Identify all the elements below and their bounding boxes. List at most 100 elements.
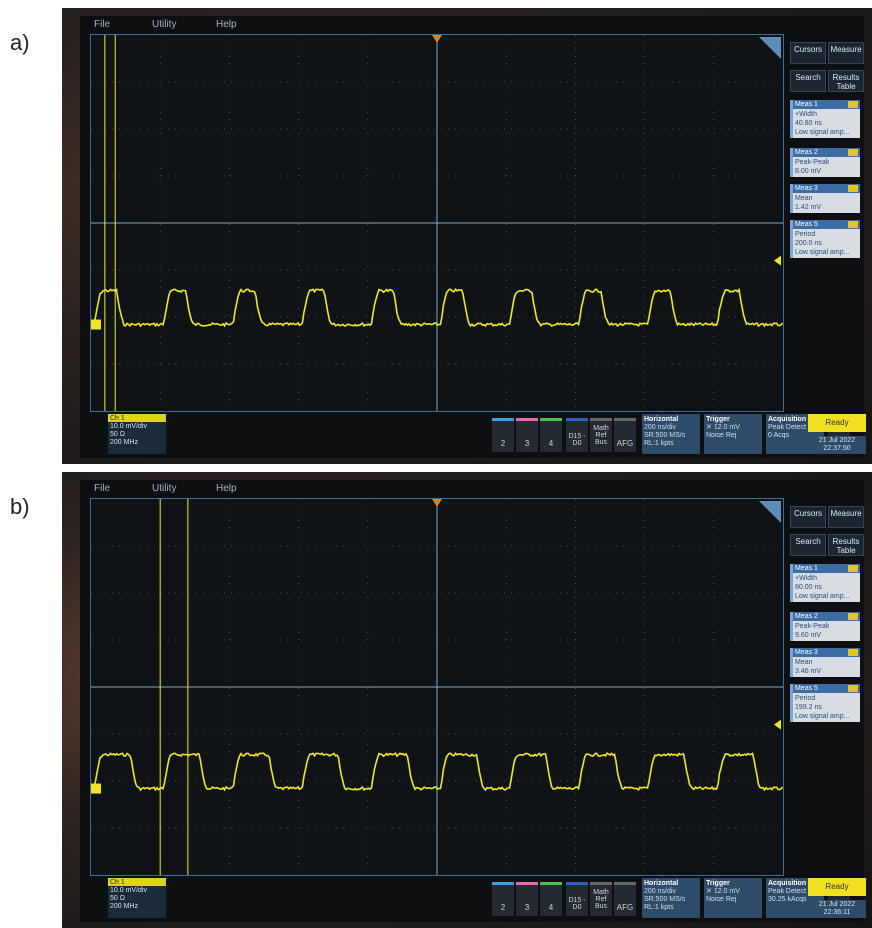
channel-4-button[interactable]: 4	[540, 882, 562, 916]
measure-button[interactable]: Measure	[828, 506, 864, 528]
channel-impedance: 50 Ω	[110, 895, 125, 902]
channel-1-offset-marker	[91, 783, 101, 794]
menu-utility[interactable]: Utility	[152, 19, 176, 30]
date: 21 Jul 2022	[818, 437, 856, 444]
measurement-title-text: Meas 5	[795, 221, 818, 228]
channel-bandwidth: 200 MHz	[110, 439, 139, 446]
measurement-1[interactable]: Meas 1 +Width 80.00 ns Low signal amp...	[790, 564, 860, 602]
results-table-button[interactable]: Results Table	[828, 70, 864, 92]
channel-2-button[interactable]: 2	[492, 418, 514, 452]
measurement-3[interactable]: Meas 3 Mean 1.42 mV	[790, 184, 860, 213]
menu-help[interactable]: Help	[216, 19, 237, 30]
trigger-mode: Noise Rej	[706, 432, 737, 439]
measurement-title: Meas 3	[793, 648, 860, 657]
measurement-name: Peak-Peak	[795, 159, 830, 166]
results-table-button[interactable]: Results Table	[828, 534, 864, 556]
cursors-button[interactable]: Cursors	[790, 506, 826, 528]
panel-label-a: a)	[10, 30, 30, 55]
measurement-badge	[848, 613, 858, 620]
horizontal-panel[interactable]: Horizontal 200 ns/div SR:500 MS/s RL:1 k…	[642, 414, 700, 454]
measurement-title: Meas 5	[793, 684, 860, 693]
measurement-badge	[848, 221, 858, 228]
channel-4-button[interactable]: 4	[540, 418, 562, 452]
trigger-position-marker	[432, 499, 442, 507]
menu-file[interactable]: File	[94, 19, 110, 30]
trigger-level: ✕ 12.0 mV	[706, 424, 760, 432]
trigger-level-text: 12.0 mV	[713, 424, 740, 431]
measurement-title-text: Meas 1	[795, 565, 818, 572]
math-ref-bus-button[interactable]: Math Ref Bus	[590, 418, 612, 452]
measurement-5[interactable]: Meas 5 Period 200.0 ns Low signal amp...	[790, 220, 860, 258]
measurement-name: +Width	[795, 575, 817, 582]
menu-bar: File Utility Help	[82, 17, 782, 31]
run-status[interactable]: Ready	[808, 414, 866, 432]
cursors-button[interactable]: Cursors	[790, 42, 826, 64]
measurement-1[interactable]: Meas 1 +Width 40.80 ns Low signal amp...	[790, 100, 860, 138]
digital-channels-button[interactable]: D15 -D0	[566, 882, 588, 916]
measurement-value: 9.60 mV	[795, 632, 822, 639]
channel-1-badge[interactable]: Ch 1 10.0 mV/div 50 Ω 200 MHz	[108, 878, 166, 918]
measurement-title: Meas 3	[793, 184, 860, 193]
trigger-level-text: 12.0 mV	[713, 888, 740, 895]
menu-utility[interactable]: Utility	[152, 483, 176, 494]
channel-3-button[interactable]: 3	[516, 882, 538, 916]
trigger-slope-icon: ✕	[706, 888, 714, 895]
waveform-display[interactable]	[90, 498, 784, 876]
measurement-title: Meas 5	[793, 220, 860, 229]
trigger-level-marker	[774, 719, 781, 730]
math-ref-bus-button[interactable]: Math Ref Bus	[590, 882, 612, 916]
measurement-title: Meas 1	[793, 100, 860, 109]
trigger-title: Trigger	[706, 416, 730, 423]
search-button[interactable]: Search	[790, 70, 826, 92]
measurement-2[interactable]: Meas 2 Peak-Peak 9.60 mV	[790, 612, 860, 641]
measurement-2[interactable]: Meas 2 Peak-Peak 8.00 mV	[790, 148, 860, 177]
waveform-svg	[91, 35, 783, 411]
measurement-title: Meas 2	[793, 148, 860, 157]
horizontal-rate: SR:500 MS/s	[644, 896, 686, 903]
search-button[interactable]: Search	[790, 534, 826, 556]
channel-1-badge[interactable]: Ch 1 10.0 mV/div 50 Ω 200 MHz	[108, 414, 166, 454]
horizontal-title: Horizontal	[644, 880, 679, 887]
oscilloscope-screenshot-b: File Utility Help Cursors Measure Search…	[62, 472, 872, 928]
measurement-value: 200.0 ns	[795, 240, 822, 247]
run-status[interactable]: Ready	[808, 878, 866, 896]
trigger-panel[interactable]: Trigger ✕ 12.0 mV Noise Rej	[704, 878, 762, 918]
menu-help[interactable]: Help	[216, 483, 237, 494]
bottom-bar: Ch 1 10.0 mV/div 50 Ω 200 MHz 2 3 4 D15 …	[90, 414, 862, 456]
measurement-note: Low signal amp...	[795, 713, 850, 720]
date-time: 21 Jul 2022 22:37:50	[808, 436, 866, 454]
measurement-name: Mean	[795, 195, 813, 202]
time: 22:36:11	[823, 909, 851, 916]
waveform-svg	[91, 499, 783, 875]
afg-button[interactable]: AFG	[614, 882, 636, 916]
horizontal-panel[interactable]: Horizontal 200 ns/div SR:500 MS/s RL:1 k…	[642, 878, 700, 918]
measurement-note: Low signal amp...	[795, 249, 850, 256]
horizontal-length: RL:1 kpts	[644, 440, 674, 447]
measurement-title: Meas 1	[793, 564, 860, 573]
measure-button[interactable]: Measure	[828, 42, 864, 64]
measurement-badge	[848, 685, 858, 692]
trigger-level-marker	[774, 255, 781, 266]
measurement-badge	[848, 185, 858, 192]
digital-channels-button[interactable]: D15 -D0	[566, 418, 588, 452]
channel-1-offset-marker	[91, 319, 101, 330]
measurement-title-text: Meas 2	[795, 149, 818, 156]
date: 21 Jul 2022	[818, 901, 856, 908]
measurement-badge	[848, 565, 858, 572]
measurement-value: 3.46 mV	[795, 668, 822, 675]
afg-button[interactable]: AFG	[614, 418, 636, 452]
measurement-name: Mean	[795, 659, 813, 666]
measurement-name: +Width	[795, 111, 817, 118]
measurement-value: 1.42 mV	[795, 204, 822, 211]
channel-3-button[interactable]: 3	[516, 418, 538, 452]
horizontal-rate: SR:500 MS/s	[644, 432, 686, 439]
measurement-5[interactable]: Meas 5 Period 199.2 ns Low signal amp...	[790, 684, 860, 722]
channel-2-button[interactable]: 2	[492, 882, 514, 916]
menu-file[interactable]: File	[94, 483, 110, 494]
oscilloscope-screenshot-a: File Utility Help Cursors Measure Search…	[62, 8, 872, 464]
measurement-3[interactable]: Meas 3 Mean 3.46 mV	[790, 648, 860, 677]
trigger-level: ✕ 12.0 mV	[706, 888, 760, 896]
waveform-display[interactable]	[90, 34, 784, 412]
channel-name: Ch 1	[110, 879, 125, 886]
trigger-panel[interactable]: Trigger ✕ 12.0 mV Noise Rej	[704, 414, 762, 454]
